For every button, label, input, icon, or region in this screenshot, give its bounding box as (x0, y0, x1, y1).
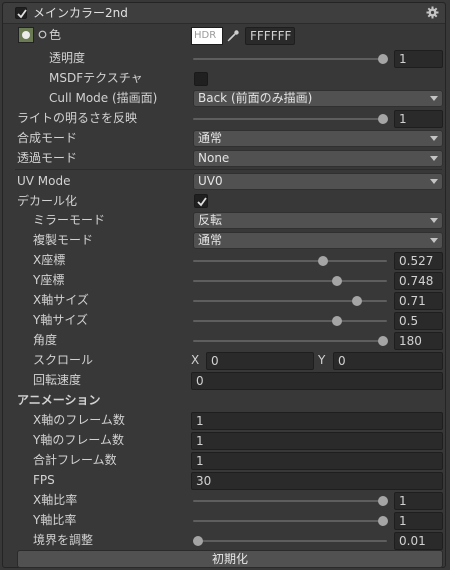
copy-mode-label: 複製モード (33, 233, 94, 247)
size-x-label: X軸サイズ (33, 293, 89, 307)
scroll-y-label: Y (318, 353, 326, 367)
dropdown-arrow-icon (430, 156, 438, 161)
size-y-slider-track[interactable] (193, 320, 387, 322)
border-adjust-slider-track[interactable] (193, 540, 387, 542)
cull-mode-label: Cull Mode (描画面) (49, 91, 158, 105)
ratio-y-label: Y軸比率 (33, 513, 77, 527)
reset-button[interactable]: 初期化 (17, 550, 443, 568)
rotation-speed-label: 回転速度 (33, 373, 82, 387)
scroll-x-label: X (191, 353, 200, 367)
cull-mode-value: Back (前面のみ描画) (198, 91, 313, 105)
main-color-2nd-panel: メインカラー2nd 色 HDR FFFFFF 透明度 1 MSDFテクスチャ C… (2, 2, 446, 568)
eyedropper-icon[interactable] (226, 29, 240, 43)
position-x-slider-thumb[interactable] (318, 256, 328, 266)
light-brightness-label: ライトの明るさを反映 (17, 111, 138, 125)
opacity-slider-thumb[interactable] (378, 54, 388, 64)
animation-heading: アニメーション (17, 393, 101, 407)
dropdown-arrow-icon (430, 238, 438, 243)
uv-mode-dropdown[interactable]: UV0 (193, 173, 443, 190)
copy-mode-dropdown[interactable]: 通常 (193, 232, 443, 249)
msdf-texture-label: MSDFテクスチャ (49, 71, 143, 85)
opacity-label: 透明度 (49, 51, 86, 65)
fps-field[interactable]: 30 (191, 472, 443, 490)
position-x-slider-track[interactable] (193, 260, 387, 262)
position-y-value-field[interactable]: 0.748 (394, 272, 443, 290)
enable-checkbox[interactable] (15, 7, 27, 19)
size-x-slider-thumb[interactable] (352, 296, 362, 306)
dropdown-arrow-icon (430, 96, 438, 101)
position-x-label: X座標 (33, 253, 66, 267)
dropdown-arrow-icon (430, 179, 438, 184)
color-hex-field[interactable]: FFFFFF (245, 27, 295, 45)
gear-icon[interactable] (426, 6, 439, 19)
size-y-label: Y軸サイズ (33, 313, 88, 327)
uv-mode-value: UV0 (198, 174, 223, 188)
ratio-y-value-field[interactable]: 1 (394, 512, 443, 530)
ratio-x-value-field[interactable]: 1 (394, 492, 443, 510)
position-y-slider-track[interactable] (193, 280, 387, 282)
ratio-x-slider-thumb[interactable] (378, 496, 388, 506)
dropdown-arrow-icon (430, 218, 438, 223)
blend-mode-dropdown[interactable]: 通常 (193, 130, 443, 147)
angle-label: 角度 (33, 333, 58, 347)
mirror-mode-label: ミラーモード (33, 213, 106, 227)
panel-title: メインカラー2nd (33, 6, 128, 20)
scroll-label: スクロール (33, 353, 94, 367)
uv-mode-label: UV Mode (17, 174, 71, 188)
border-adjust-slider-thumb[interactable] (193, 536, 203, 546)
light-value-field[interactable]: 1 (394, 110, 443, 128)
ratio-x-label: X軸比率 (33, 493, 78, 507)
checkmark-icon (17, 9, 27, 19)
border-adjust-value-field[interactable]: 0.01 (394, 532, 443, 550)
frames-x-label: X軸のフレーム数 (33, 413, 125, 427)
mirror-mode-value: 反転 (198, 213, 223, 227)
angle-value-field[interactable]: 180 (394, 332, 443, 350)
ratio-x-slider-track[interactable] (193, 500, 387, 502)
dropdown-arrow-icon (430, 136, 438, 141)
hdr-label: HDR (194, 30, 217, 41)
frames-y-field[interactable]: 1 (191, 432, 443, 450)
ratio-y-slider-thumb[interactable] (378, 516, 388, 526)
total-frames-label: 合計フレーム数 (33, 453, 117, 467)
frames-x-field[interactable]: 1 (191, 412, 443, 430)
color-swatch[interactable]: HDR (191, 27, 223, 45)
scroll-y-field[interactable]: 0 (333, 352, 443, 370)
alpha-mode-dropdown[interactable]: None (193, 150, 443, 167)
total-frames-field[interactable]: 1 (191, 452, 443, 470)
alpha-mode-value: None (198, 151, 230, 165)
ratio-y-slider-track[interactable] (193, 520, 387, 522)
size-y-slider-thumb[interactable] (332, 316, 342, 326)
mirror-mode-dropdown[interactable]: 反転 (193, 212, 443, 229)
opacity-slider-track[interactable] (193, 58, 387, 60)
opacity-value-field[interactable]: 1 (394, 50, 443, 68)
light-slider-thumb[interactable] (378, 114, 388, 124)
blend-mode-value: 通常 (198, 131, 223, 145)
panel-header: メインカラー2nd (3, 3, 445, 24)
border-adjust-label: 境界を調整 (33, 533, 94, 547)
alpha-mode-label: 透過モード (17, 151, 78, 165)
position-y-label: Y座標 (33, 273, 65, 287)
frames-y-label: Y軸のフレーム数 (33, 433, 124, 447)
size-x-value-field[interactable]: 0.71 (394, 292, 443, 310)
color-label: 色 (49, 28, 62, 42)
fps-label: FPS (33, 473, 55, 487)
angle-slider-thumb[interactable] (378, 336, 388, 346)
checkmark-icon (197, 197, 207, 207)
light-slider-track[interactable] (193, 118, 387, 120)
blend-mode-label: 合成モード (17, 131, 78, 145)
decal-checkbox[interactable] (194, 194, 208, 208)
angle-slider-track[interactable] (193, 340, 387, 342)
msdf-texture-checkbox[interactable] (194, 72, 208, 86)
cull-mode-dropdown[interactable]: Back (前面のみ描画) (193, 90, 443, 107)
texture-thumbnail-icon[interactable] (18, 27, 34, 43)
scroll-x-field[interactable]: 0 (206, 352, 314, 370)
rotation-speed-field[interactable]: 0 (191, 372, 443, 390)
position-x-value-field[interactable]: 0.527 (394, 252, 443, 270)
radio-icon[interactable] (38, 30, 47, 39)
size-y-value-field[interactable]: 0.5 (394, 312, 443, 330)
position-y-slider-thumb[interactable] (332, 276, 342, 286)
copy-mode-value: 通常 (198, 233, 223, 247)
decal-label: デカール化 (17, 194, 78, 208)
section-divider (15, 169, 442, 170)
